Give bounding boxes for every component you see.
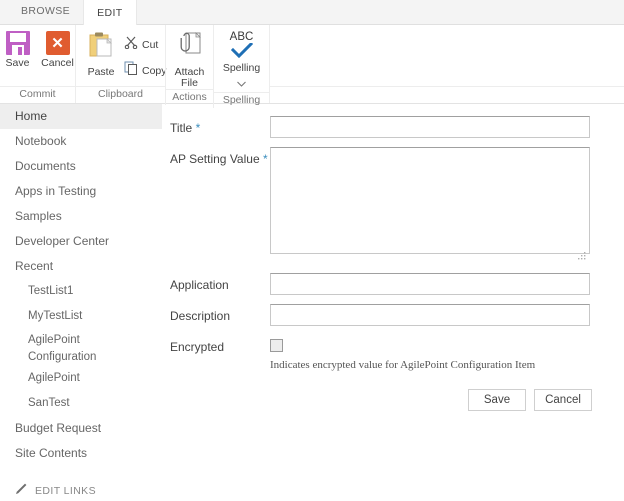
sharepoint-edit-form-page: BROWSE EDIT Save ✕ Cancel Commit Paste C… [0,0,624,501]
description-input[interactable] [270,304,590,326]
attach-file-button[interactable]: Attach File [168,31,212,89]
attach-file-label-line2: File [181,77,198,89]
title-field-label: Title * [170,116,270,135]
field-row-title: Title * [170,116,610,138]
sidebar-item-agilepoint[interactable]: AgilePoint [0,366,162,391]
cancel-button-label: Cancel [41,57,74,69]
sidebar-item-testlist1[interactable]: TestList1 [0,279,162,304]
sidebar-item-santest[interactable]: SanTest [0,391,162,416]
left-navigation: Home Notebook Documents Apps in Testing … [0,104,162,501]
ribbon-tab-strip: BROWSE EDIT [0,0,624,25]
sidebar-item-label: Developer Center [15,234,110,248]
ribbon-group-label-actions: Actions [165,89,213,105]
form-action-buttons: Save Cancel [170,389,592,411]
sidebar-item-developer-center[interactable]: Developer Center [0,229,162,254]
ribbon-group-label-clipboard: Clipboard [75,86,165,103]
sidebar-item-label: Notebook [15,134,67,148]
ribbon-toolbar: Save ✕ Cancel Commit Paste Cut Copy Clip… [0,25,624,108]
application-field-label: Application [170,273,270,292]
save-floppy-icon [5,31,30,55]
field-row-encrypted: Encrypted Indicates encrypted value for … [170,335,610,371]
encrypted-help-text: Indicates encrypted value for AgilePoint… [270,359,536,371]
edit-links-label: EDIT LINKS [35,485,96,497]
paste-button-label: Paste [87,66,115,78]
abc-text: ABC [229,31,254,43]
ribbon-filler [269,25,624,103]
sidebar-item-notebook[interactable]: Notebook [0,129,162,154]
sidebar-item-site-contents[interactable]: Site Contents [0,441,162,466]
sidebar-item-label: MyTestList [28,310,83,322]
encrypted-checkbox[interactable] [270,339,283,352]
sidebar-item-label: Apps in Testing [15,184,97,198]
ap-setting-value-textarea[interactable] [270,147,590,254]
field-row-application: Application [170,273,610,295]
sidebar-item-label: TestList1 [28,285,74,297]
sidebar-item-apps-in-testing[interactable]: Apps in Testing [0,179,162,204]
edit-form: Title * AP Setting Value * Application D… [170,116,610,411]
sidebar-item-home[interactable]: Home [0,104,162,129]
ribbon-group-actions: Attach File Actions [165,25,213,105]
chevron-down-icon[interactable] [237,74,246,92]
title-input[interactable] [270,116,590,138]
spelling-button-label: Spelling [222,62,261,74]
description-label-text: Description [170,309,231,323]
ap-setting-value-required-asterisk: * [262,152,268,166]
sidebar-item-label: Site Contents [15,446,88,460]
form-cancel-button[interactable]: Cancel [534,389,592,411]
paperclip-document-icon [177,31,203,64]
ap-setting-value-label-text: AP Setting Value [170,152,260,166]
sidebar-item-label: AgilePoint Configuration [28,334,97,363]
sidebar-item-documents[interactable]: Documents [0,154,162,179]
sidebar-item-mytestlist[interactable]: MyTestList [0,304,162,329]
sidebar-item-label: SanTest [28,397,70,409]
cut-button-label: Cut [142,38,159,51]
sidebar-item-label: Home [15,109,48,123]
sidebar-item-label: Documents [15,159,76,173]
form-save-button[interactable]: Save [468,389,526,411]
field-row-description: Description [170,304,610,326]
sidebar-item-agilepoint-configuration[interactable]: AgilePoint Configuration [0,329,120,366]
cancel-button[interactable]: ✕ Cancel [39,31,77,69]
ribbon-group-commit: Save ✕ Cancel Commit [0,25,75,103]
sidebar-item-label: Budget Request [15,421,102,435]
copy-button-label: Copy [142,64,167,77]
application-input[interactable] [270,273,590,295]
paste-button[interactable]: Paste [82,31,120,78]
sidebar-item-label: Samples [15,209,62,223]
paste-clipboard-icon [88,31,115,64]
pencil-icon [15,482,28,500]
ribbon-filler-label [269,86,624,103]
sidebar-item-recent[interactable]: Recent [0,254,162,279]
sidebar-item-label: AgilePoint [28,372,80,384]
copy-pages-icon [124,61,138,80]
ribbon-group-label-spelling: Spelling [213,92,269,108]
title-label-text: Title [170,121,193,135]
abc-checkmark-icon [230,41,253,63]
tab-edit[interactable]: EDIT [83,0,137,25]
ap-setting-value-field-label: AP Setting Value * [170,147,270,166]
spelling-button[interactable]: ABC Spelling [219,31,264,92]
application-label-text: Application [170,278,229,292]
ribbon-group-label-commit: Commit [0,86,75,103]
save-button[interactable]: Save [0,31,37,69]
field-row-ap-setting-value: AP Setting Value * [170,147,610,260]
description-field-label: Description [170,304,270,323]
sidebar-item-samples[interactable]: Samples [0,204,162,229]
cancel-x-icon: ✕ [45,31,70,55]
edit-links-button[interactable]: EDIT LINKS [0,482,162,500]
tab-browse[interactable]: BROWSE [8,0,83,24]
scissors-icon [124,35,138,54]
title-required-asterisk: * [195,121,201,135]
ribbon-group-spelling: ABC Spelling Spelling [213,25,269,108]
sidebar-item-label: Recent [15,259,54,273]
sidebar-item-budget-request[interactable]: Budget Request [0,416,162,441]
encrypted-label-text: Encrypted [170,340,225,354]
save-button-label: Save [5,57,30,69]
encrypted-field-label: Encrypted [170,335,270,354]
ribbon-group-clipboard: Paste Cut Copy Clipboard [75,25,167,103]
